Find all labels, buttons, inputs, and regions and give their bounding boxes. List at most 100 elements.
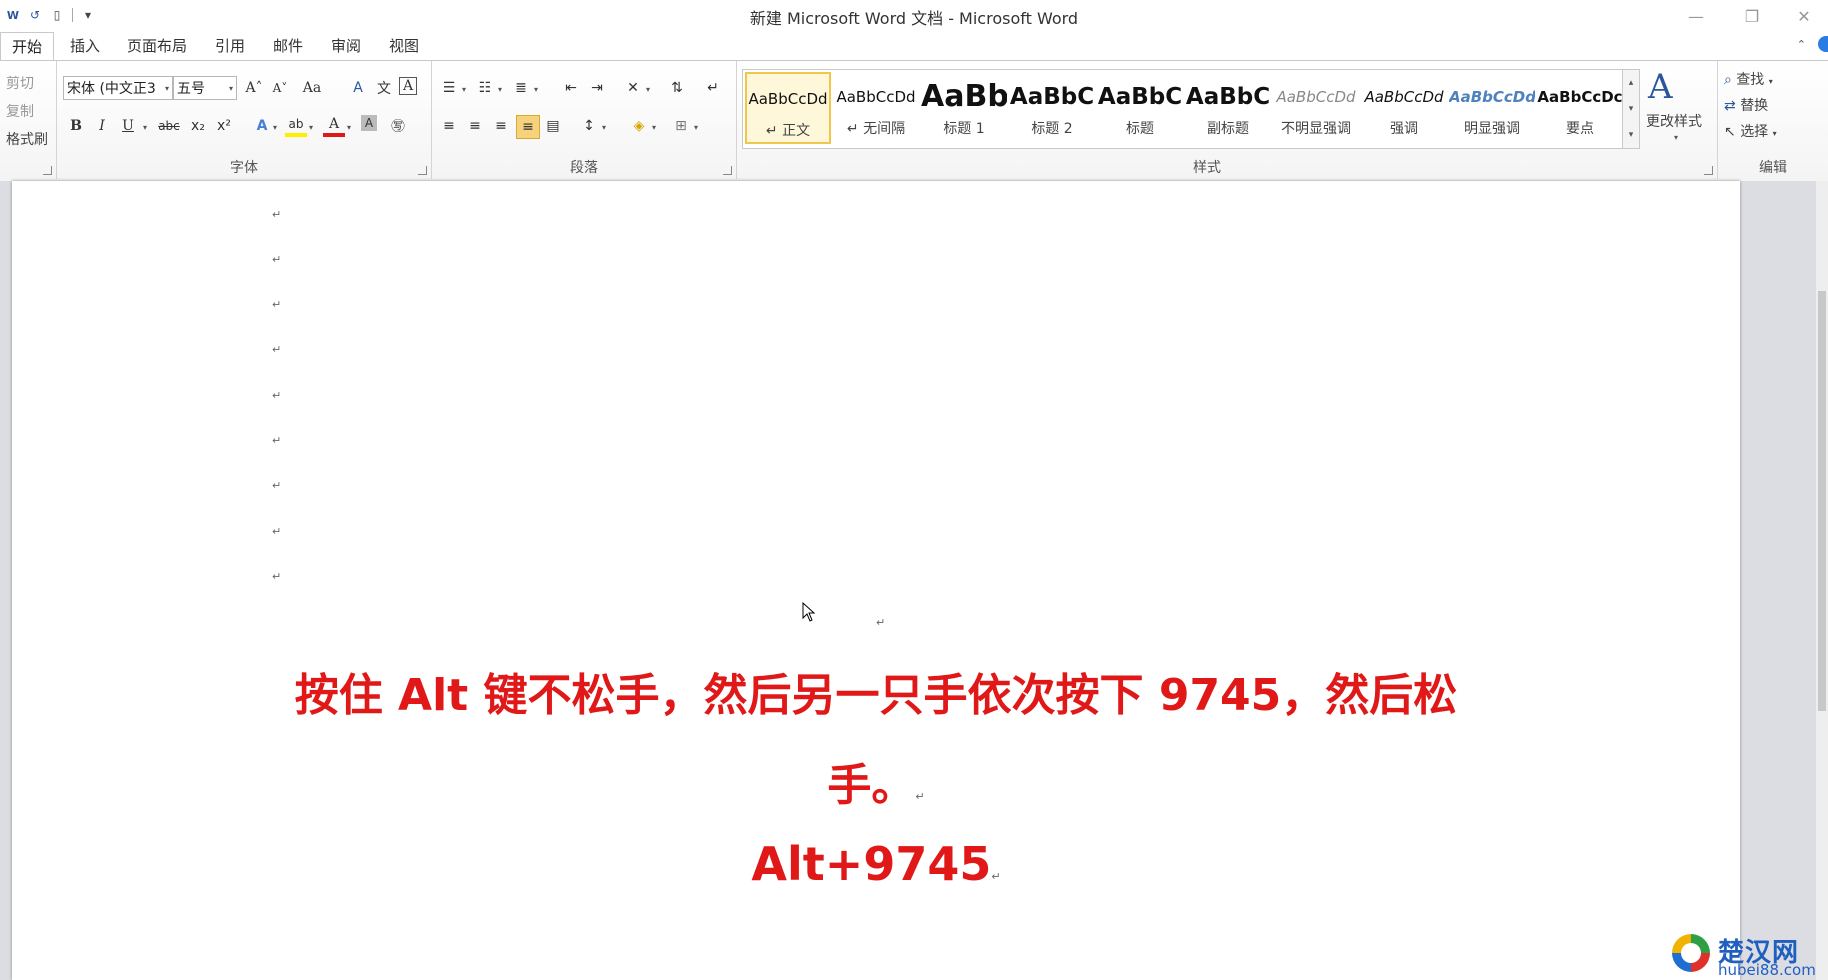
change-styles-icon[interactable]: A	[1648, 67, 1673, 107]
font-name-combo[interactable]: 宋体 (中文正3 ▾	[63, 76, 173, 100]
italic-button[interactable]: I	[91, 115, 113, 137]
style-name: 标题	[1126, 121, 1154, 137]
instruction-line-1: 按住 Alt 键不松手，然后另一只手依次按下 9745，然后松	[294, 670, 1458, 721]
tab-mailings[interactable]: 邮件	[266, 32, 310, 60]
subscript-button[interactable]: x₂	[187, 115, 209, 137]
multilevel-list-icon[interactable]: ≣	[510, 77, 532, 99]
style-normal[interactable]: AaBbCcDd ↵ 正文	[745, 72, 831, 144]
font-launcher-icon[interactable]	[418, 166, 427, 175]
align-right-icon[interactable]: ≡	[490, 115, 512, 137]
chevron-down-icon[interactable]: ▾	[143, 123, 147, 132]
superscript-button[interactable]: x²	[213, 115, 235, 137]
chevron-down-icon[interactable]: ▾	[1674, 133, 1678, 142]
find-button[interactable]: ⌕ 查找 ▾	[1724, 69, 1773, 89]
tab-review[interactable]: 审阅	[324, 32, 368, 60]
highlight-icon[interactable]: ab	[285, 115, 307, 137]
editing-group: ⌕ 查找 ▾ ⇄ 替换 ↖ 选择 ▾ 编辑	[1718, 61, 1828, 179]
gallery-down-icon[interactable]: ▾	[1623, 96, 1639, 122]
chevron-down-icon[interactable]: ▾	[309, 123, 313, 132]
chinese-layout-icon[interactable]: ✕	[622, 77, 644, 99]
char-border-icon[interactable]: A	[399, 77, 417, 95]
style-intense-emphasis[interactable]: AaBbCcDd 明显强调	[1449, 72, 1535, 144]
font-size-combo[interactable]: 五号 ▾	[173, 76, 237, 100]
chevron-down-icon[interactable]: ▾	[347, 123, 351, 132]
tab-view[interactable]: 视图	[382, 32, 426, 60]
replace-button[interactable]: ⇄ 替换	[1724, 95, 1768, 115]
paragraph-group-label: 段落	[570, 160, 598, 176]
paragraph-mark: ↵	[272, 479, 282, 492]
tab-home[interactable]: 开始	[0, 32, 54, 61]
paragraph-launcher-icon[interactable]	[723, 166, 732, 175]
text-effects-icon[interactable]: A	[251, 115, 273, 137]
decrease-indent-icon[interactable]: ⇤	[560, 77, 582, 99]
char-shading-icon[interactable]: A	[361, 115, 377, 131]
chevron-down-icon[interactable]: ▾	[534, 85, 538, 94]
chevron-down-icon[interactable]: ▾	[646, 85, 650, 94]
chevron-down-icon[interactable]: ▾	[602, 123, 606, 132]
minimize-ribbon-icon[interactable]: ⌃	[1797, 38, 1806, 51]
style-emphasis[interactable]: AaBbCcDd 强调	[1361, 72, 1447, 144]
change-case-icon[interactable]: Aa	[301, 77, 323, 99]
clear-format-icon[interactable]: A	[347, 77, 369, 99]
select-button[interactable]: ↖ 选择 ▾	[1724, 121, 1777, 141]
grow-font-icon[interactable]: A˄	[243, 77, 265, 99]
distributed-icon[interactable]: ▤	[542, 115, 564, 137]
phonetic-guide-icon[interactable]: 文	[373, 77, 395, 99]
enclose-characters-icon[interactable]: ㊢	[387, 115, 409, 137]
chevron-down-icon[interactable]: ▾	[273, 123, 277, 132]
line-spacing-icon[interactable]: ↕	[578, 115, 600, 137]
scrollbar-thumb[interactable]	[1818, 291, 1826, 711]
align-center-icon[interactable]: ≡	[464, 115, 486, 137]
chevron-down-icon: ▾	[228, 84, 233, 93]
cut-button[interactable]: 剪切	[6, 73, 34, 93]
font-color-icon[interactable]: A	[323, 115, 345, 137]
style-heading-1[interactable]: AaBb 标题 1	[921, 72, 1007, 144]
style-subtitle[interactable]: AaBbC 副标题	[1185, 72, 1271, 144]
format-painter-button[interactable]: 格式刷	[6, 129, 48, 149]
mouse-cursor-icon	[802, 602, 816, 622]
gallery-up-icon[interactable]: ▴	[1623, 70, 1639, 96]
justify-icon[interactable]: ≡	[516, 115, 540, 139]
clipboard-launcher-icon[interactable]	[43, 166, 52, 175]
styles-launcher-icon[interactable]	[1704, 166, 1713, 175]
style-heading-2[interactable]: AaBbC 标题 2	[1009, 72, 1095, 144]
strikethrough-button[interactable]: abc	[155, 115, 183, 137]
style-name: 标题 2	[1031, 121, 1073, 137]
tab-references[interactable]: 引用	[208, 32, 252, 60]
tab-insert[interactable]: 插入	[62, 32, 108, 60]
style-title[interactable]: AaBbC 标题	[1097, 72, 1183, 144]
help-icon[interactable]	[1818, 36, 1828, 52]
underline-button[interactable]: U	[117, 115, 139, 137]
bold-button[interactable]: B	[65, 115, 87, 137]
vertical-scrollbar[interactable]	[1816, 181, 1828, 980]
gallery-more-icon[interactable]: ▾	[1623, 122, 1639, 148]
chevron-down-icon[interactable]: ▾	[498, 85, 502, 94]
chevron-down-icon[interactable]: ▾	[462, 85, 466, 94]
change-styles-button[interactable]: 更改样式	[1646, 111, 1702, 131]
shrink-font-icon[interactable]: A˅	[269, 77, 291, 99]
chevron-down-icon[interactable]: ▾	[652, 123, 656, 132]
shading-icon[interactable]: ◈	[628, 115, 650, 137]
document-page[interactable]: ↵ ↵ ↵ ↵ ↵ ↵ ↵ ↵ ↵ ↵ 按住 Alt 键不松手，然后另一只手依次…	[12, 181, 1740, 980]
tab-page-layout[interactable]: 页面布局	[124, 32, 190, 60]
replace-icon: ⇄	[1724, 98, 1736, 114]
bullets-icon[interactable]: ☰	[438, 77, 460, 99]
select-icon: ↖	[1724, 124, 1736, 140]
style-strong[interactable]: AaBbCcDc 要点	[1537, 72, 1623, 144]
increase-indent-icon[interactable]: ⇥	[586, 77, 608, 99]
style-preview: AaBbC	[1185, 84, 1271, 110]
align-left-icon[interactable]: ≡	[438, 115, 460, 137]
copy-button[interactable]: 复制	[6, 101, 34, 121]
sort-icon[interactable]: ⇅	[666, 77, 688, 99]
chevron-down-icon[interactable]: ▾	[694, 123, 698, 132]
minimize-button[interactable]: —	[1674, 2, 1718, 30]
style-no-spacing[interactable]: AaBbCcDd ↵ 无间隔	[833, 72, 919, 144]
style-name: 要点	[1566, 121, 1594, 137]
borders-icon[interactable]: ⊞	[670, 115, 692, 137]
style-subtle-emphasis[interactable]: AaBbCcDd 不明显强调	[1273, 72, 1359, 144]
show-marks-icon[interactable]: ↵	[702, 77, 724, 99]
close-button[interactable]: ✕	[1782, 2, 1826, 30]
restore-button[interactable]: ❐	[1730, 2, 1774, 30]
style-name: ↵ 正文	[765, 123, 811, 139]
numbering-icon[interactable]: ☷	[474, 77, 496, 99]
